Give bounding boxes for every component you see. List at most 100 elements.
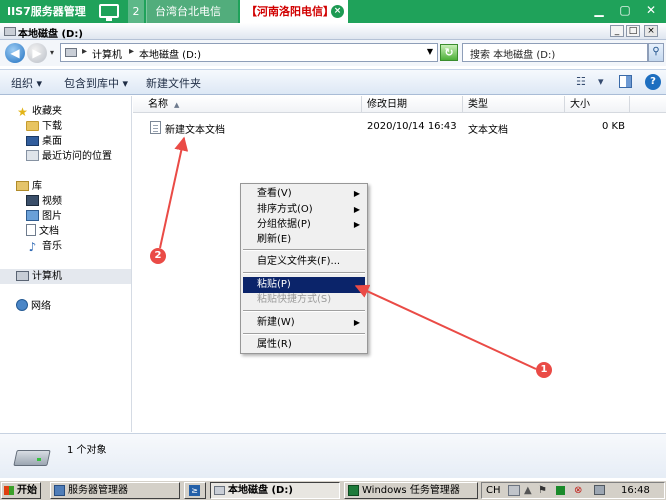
menu-paste[interactable]: 粘贴(P) [243,277,365,293]
keyboard-icon[interactable] [508,485,520,496]
help-icon[interactable]: ? [645,74,661,90]
tab-iis7-manager[interactable]: IIS7服务器管理 [0,0,96,23]
nav-favorites[interactable]: ★ 收藏夹 [16,104,62,119]
address-dropdown-icon[interactable]: ▼ [427,47,433,56]
search-icon[interactable]: ⚲ [648,43,664,62]
tab-count-badge[interactable]: 2 [128,0,144,23]
nav-network-label: 网络 [31,301,51,312]
column-type[interactable]: 类型 [463,96,565,113]
window-minimize-button[interactable]: _ [610,25,624,37]
submenu-arrow-icon: ▶ [353,189,360,198]
library-icon [16,181,29,191]
column-modified[interactable]: 修改日期 [362,96,463,113]
menu-properties[interactable]: 属性(R) [243,337,365,353]
session-tab-bar: IIS7服务器管理 2 台湾台北电信 【河南洛阳电信】 × ▁ ▢ ✕ [0,0,666,23]
drive-icon [4,27,16,36]
menu-group-by[interactable]: 分组依据(P) ▶ [243,217,365,233]
view-options-icon[interactable]: ☷ [576,75,586,88]
menu-view[interactable]: 查看(V) ▶ [243,186,365,202]
taskbar-task-manager-label: Windows 任务管理器 [362,485,460,496]
start-button[interactable]: 开始 [1,482,41,499]
menu-sort-by[interactable]: 排序方式(O) ▶ [243,202,365,218]
nav-music[interactable]: ♪ 音乐 [26,239,62,254]
address-bar[interactable]: ▸ 计算机 ▸ 本地磁盘 (D:) ▼ [60,43,438,62]
breadcrumb-local-disk[interactable]: 本地磁盘 (D:) [139,46,201,61]
app-restore-button[interactable]: ▢ [614,0,636,23]
star-icon: ★ [17,105,28,119]
history-dropdown-icon[interactable]: ▾ [50,48,54,57]
downloads-folder-icon [26,121,39,131]
include-in-library-button[interactable]: 包含到库中 ▾ [64,75,128,91]
nav-videos[interactable]: 视频 [26,194,62,209]
navigation-pane: ★ 收藏夹 下载 桌面 最近访问的位置 库 视频 图片 文档 ♪ 音乐 计算机 网络 [0,96,132,432]
menu-new[interactable]: 新建(W) ▶ [243,315,365,331]
file-modified: 2020/10/14 16:43 [367,121,457,132]
taskbar-task-manager[interactable]: Windows 任务管理器 [344,482,478,499]
nav-downloads[interactable]: 下载 [26,119,62,134]
chevron-up-icon[interactable]: ▲ [524,484,532,498]
organize-button[interactable]: 组织 ▾ [11,75,42,91]
taskbar-powershell[interactable]: ≥ [184,482,206,499]
window-close-button[interactable]: × [644,25,658,37]
video-icon [26,195,39,206]
flag-icon[interactable]: ⚑ [538,484,547,498]
nav-computer[interactable]: 计算机 [0,269,131,284]
menu-customize-folder[interactable]: 自定义文件夹(F)... [243,254,365,270]
menu-paste-shortcut: 粘贴快捷方式(S) [257,294,332,305]
language-indicator[interactable]: CH [486,484,501,498]
context-menu: 查看(V) ▶ 排序方式(O) ▶ 分组依据(P) ▶ 刷新(E) 自定义文件夹(F)… [240,183,368,354]
tab-close-icon[interactable]: × [331,5,344,18]
window-titlebar: 本地磁盘 (D:) _ □ × [0,23,666,40]
file-type: 文本文档 [468,125,508,136]
new-folder-button[interactable]: 新建文件夹 [146,75,201,91]
menu-separator [243,333,365,335]
chevron-right-icon[interactable]: ▸ [82,46,87,57]
menu-group-label: 分组依据(P) [257,219,311,230]
taskbar-server-manager-label: 服务器管理器 [68,485,128,496]
taskbar-local-disk[interactable]: 本地磁盘 (D:) [210,482,340,499]
nav-recent-places[interactable]: 最近访问的位置 [26,149,112,164]
network-error-icon[interactable]: ⊗ [574,484,582,498]
window-maximize-button[interactable]: □ [626,25,640,37]
menu-separator [243,310,365,312]
app-minimize-button[interactable]: ▁ [588,0,610,23]
details-pane: 1 个对象 [0,433,666,478]
nav-music-label: 音乐 [42,241,62,252]
column-size[interactable]: 大小 [565,96,630,113]
view-dropdown-icon[interactable]: ▾ [598,75,604,88]
menu-separator [243,272,365,274]
back-button[interactable]: ◀ [5,43,25,63]
menu-separator [243,249,365,251]
nav-documents[interactable]: 文档 [26,224,59,239]
search-input[interactable]: 搜索 本地磁盘 (D:) [462,43,648,62]
clock[interactable]: 16:48 [621,484,650,498]
drive-icon [214,486,225,495]
taskbar-server-manager[interactable]: 服务器管理器 [50,482,180,499]
menu-refresh[interactable]: 刷新(E) [243,232,365,248]
status-green-icon[interactable] [556,486,565,495]
refresh-button[interactable]: ↻ [440,44,458,61]
nav-desktop[interactable]: 桌面 [26,134,62,149]
nav-network[interactable]: 网络 [16,299,51,314]
nav-pictures[interactable]: 图片 [26,209,62,224]
computer-icon [16,271,29,281]
nav-libraries[interactable]: 库 [16,179,42,194]
sort-ascending-icon: ▲ [174,101,180,109]
taskbar-local-disk-label: 本地磁盘 (D:) [228,485,293,496]
breadcrumb-computer[interactable]: 计算机 [92,46,122,61]
chevron-right-icon[interactable]: ▸ [129,46,134,57]
preview-pane-icon[interactable] [619,75,632,88]
submenu-arrow-icon: ▶ [353,318,360,327]
menu-sort-label: 排序方式(O) [257,204,313,215]
monitor-icon[interactable] [594,485,605,495]
taskbar: 开始 服务器管理器 ≥ 本地磁盘 (D:) Windows 任务管理器 CH ▲… [0,480,666,500]
submenu-arrow-icon: ▶ [353,205,360,214]
column-name[interactable]: 名称 ▲ [133,96,362,113]
task-manager-icon [348,485,359,496]
app-close-button[interactable]: ✕ [640,0,662,23]
monitor-icon[interactable] [99,4,119,21]
hard-drive-icon [15,444,47,466]
desktop-icon [26,136,39,146]
tab-taiwan-taipei[interactable]: 台湾台北电信 [146,0,238,23]
forward-button[interactable]: ▶ [27,43,47,63]
